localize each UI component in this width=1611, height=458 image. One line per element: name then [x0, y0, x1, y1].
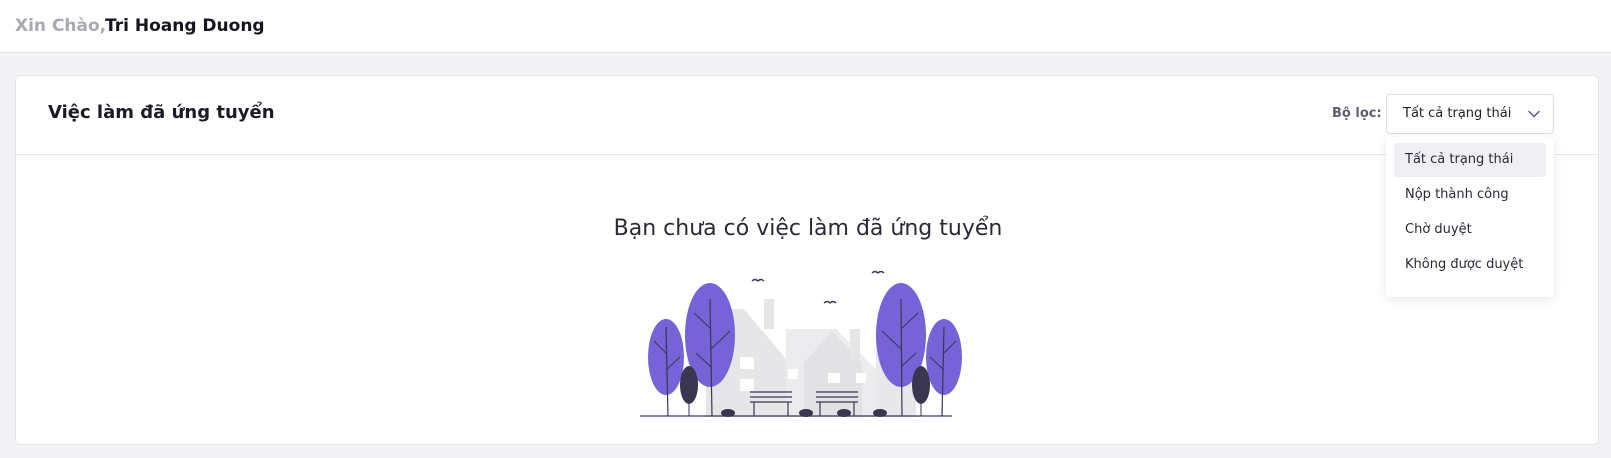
- filter-option-pending[interactable]: Chờ duyệt: [1394, 213, 1546, 247]
- bird-icon: [823, 300, 837, 304]
- greeting-text: Xin Chào,: [15, 16, 107, 36]
- top-bar: Xin Chào, Tri Hoang Duong: [0, 0, 1611, 53]
- status-filter-dropdown: Tất cả trạng thái Nộp thành công Chờ duy…: [1386, 137, 1554, 297]
- status-filter-value: Tất cả trạng thái: [1403, 106, 1512, 121]
- bird-icon: [871, 270, 885, 274]
- card-header: Việc làm đã ứng tuyển Bộ lọc: Tất cả trạ…: [16, 76, 1598, 155]
- user-name: Tri Hoang Duong: [105, 16, 265, 36]
- status-filter-select[interactable]: Tất cả trạng thái: [1386, 94, 1554, 134]
- page-title: Việc làm đã ứng tuyển: [48, 102, 275, 123]
- filter-option-submitted[interactable]: Nộp thành công: [1394, 178, 1546, 212]
- applied-jobs-card: Việc làm đã ứng tuyển Bộ lọc: Tất cả trạ…: [15, 75, 1599, 445]
- bird-icon: [751, 278, 765, 282]
- chevron-down-icon: [1528, 110, 1540, 118]
- filter-label: Bộ lọc:: [1332, 106, 1382, 121]
- empty-state-message: Bạn chưa có việc làm đã ứng tuyển: [613, 216, 1003, 241]
- filter-option-all[interactable]: Tất cả trạng thái: [1394, 143, 1546, 177]
- filter-option-rejected[interactable]: Không được duyệt: [1394, 248, 1546, 282]
- empty-state-illustration: [640, 270, 962, 417]
